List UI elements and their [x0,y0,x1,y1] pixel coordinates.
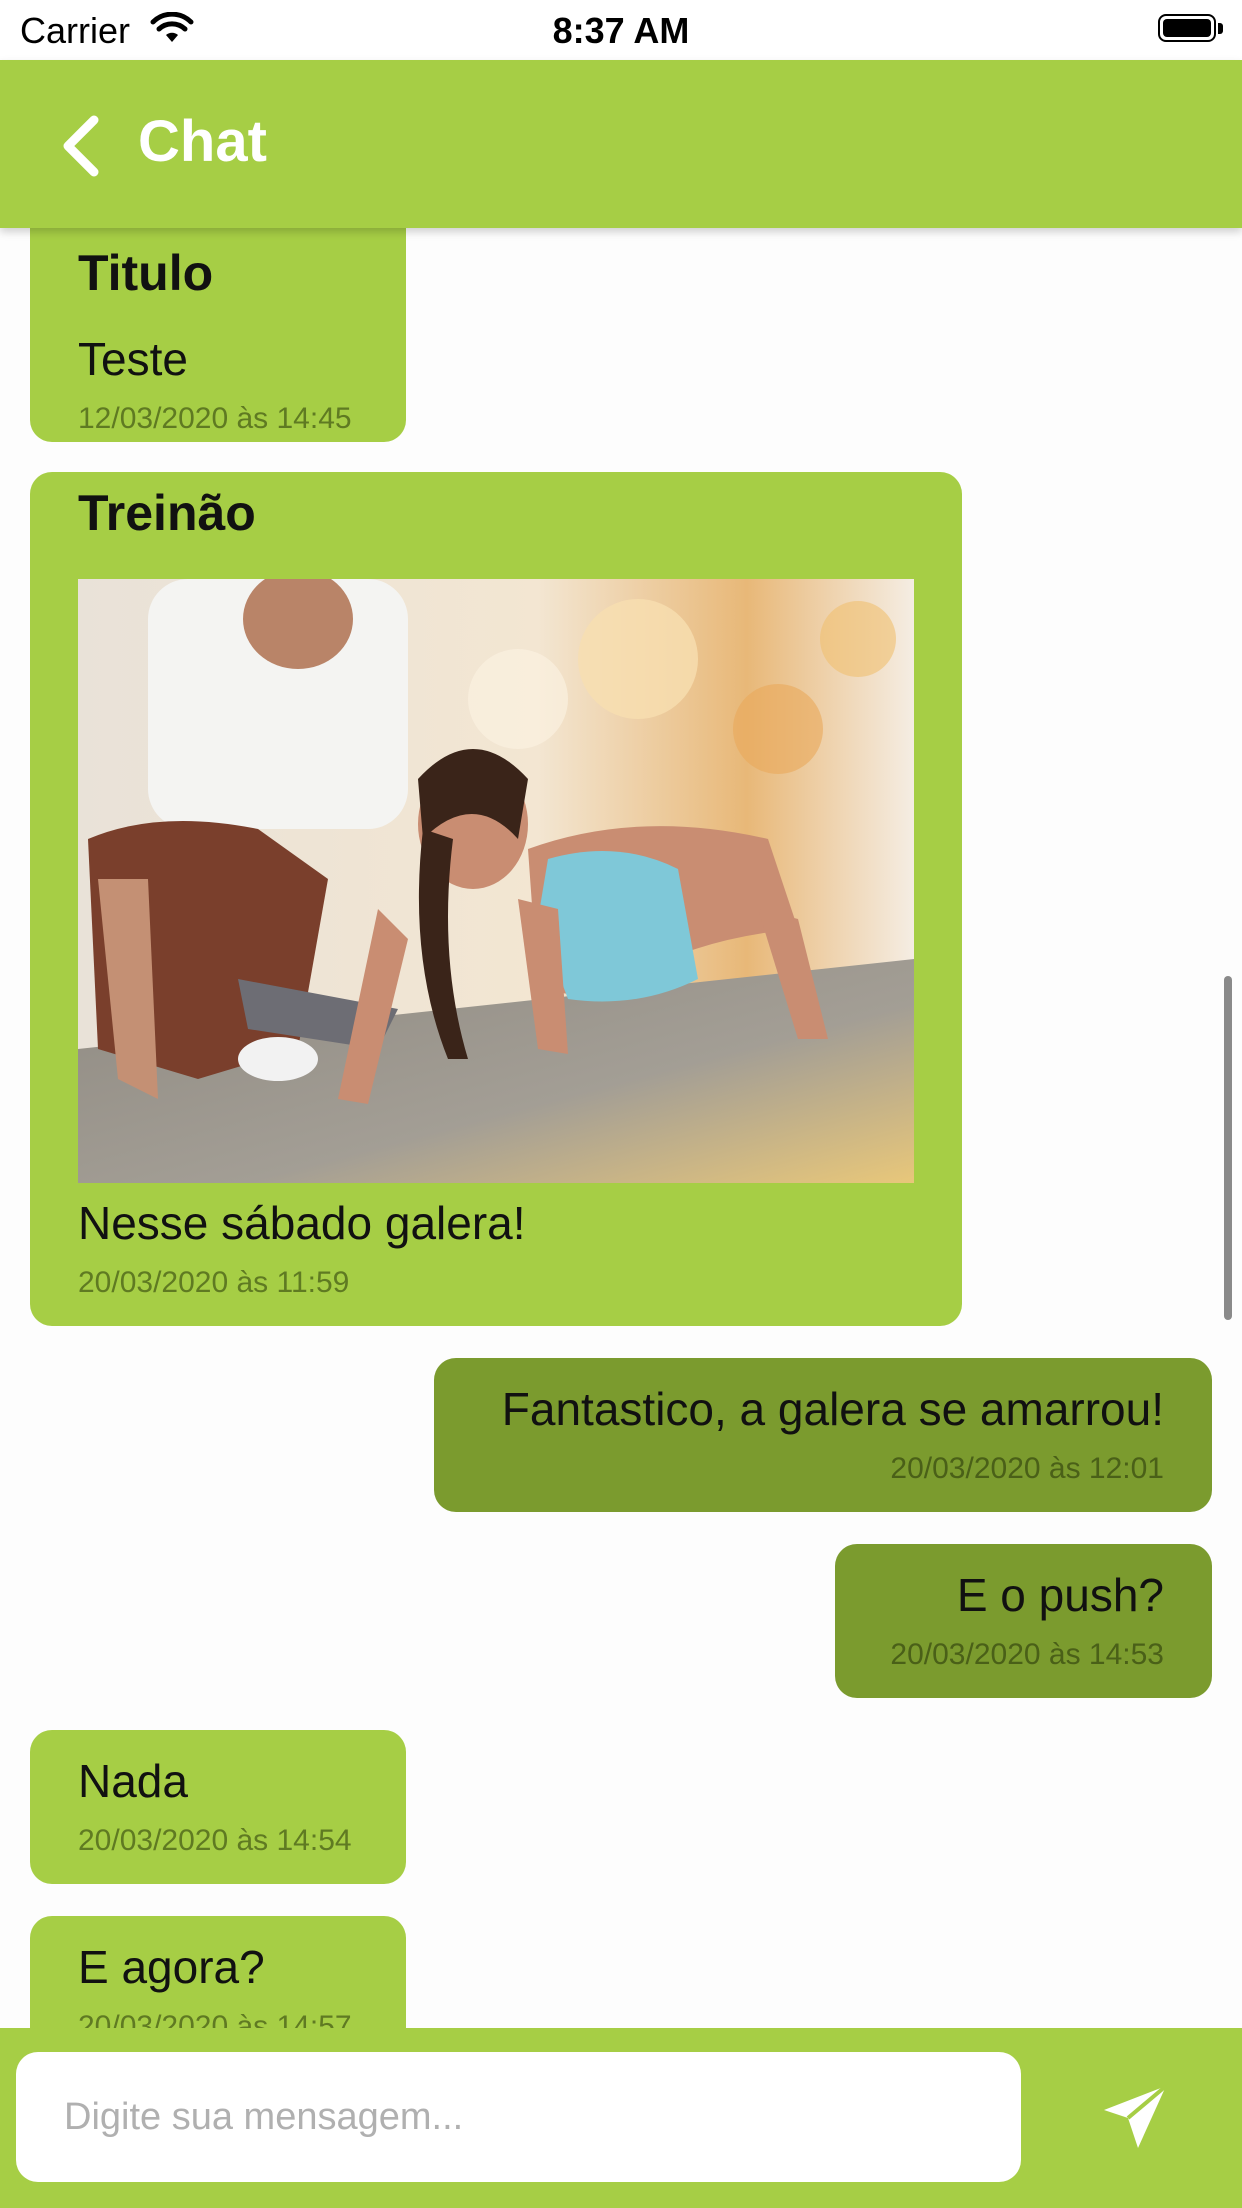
message-time: 20/03/2020 às 12:01 [890,1452,1164,1485]
chevron-left-icon [63,115,99,177]
message-text: Teste [78,333,188,385]
message-text: Fantastico, a galera se amarrou! [501,1383,1164,1435]
app-header: Chat [0,60,1242,228]
message-input[interactable] [16,2052,1021,2182]
message-time: 20/03/2020 às 14:54 [78,1824,352,1857]
battery-icon [1158,14,1224,44]
message-bubble: Fantastico, a galera se amarrou! 20/03/2… [434,1358,1212,1512]
message-text: Nesse sábado galera! [78,1197,526,1249]
message-bubble: E o push? 20/03/2020 às 14:53 [835,1544,1212,1698]
message-time: 12/03/2020 às 14:45 [78,402,352,435]
message-bubble: Titulo Teste 12/03/2020 às 14:45 [30,228,406,442]
message-title: Titulo [78,245,214,301]
message-text: E o push? [956,1569,1164,1621]
message-bubble: E agora? 20/03/2020 às 14:57 [30,1916,406,2028]
send-button[interactable] [1098,2078,1174,2154]
message-text: E agora? [78,1941,265,1993]
status-bar: Carrier 8:37 AM [0,0,1242,60]
message-time: 20/03/2020 às 14:57 [78,2010,352,2028]
message-composer [0,2028,1242,2208]
status-time: 8:37 AM [552,10,690,51]
back-button[interactable] [56,114,108,178]
message-time: 20/03/2020 às 11:59 [78,1266,350,1299]
message-bubble: Nada 20/03/2020 às 14:54 [30,1730,406,1884]
message-list[interactable]: Titulo Teste 12/03/2020 às 14:45 Treinão [0,228,1242,2028]
scrollbar[interactable] [1224,976,1232,1320]
paper-plane-icon [1104,2084,1168,2148]
message-image[interactable] [78,579,914,1183]
message-bubble: Treinão Nesse sábado galera! 20/03/2020 … [30,472,962,1326]
message-time: 20/03/2020 às 14:53 [890,1638,1164,1671]
message-text: Nada [78,1755,188,1807]
message-title: Treinão [78,485,256,541]
page-title: Chat [138,109,267,174]
